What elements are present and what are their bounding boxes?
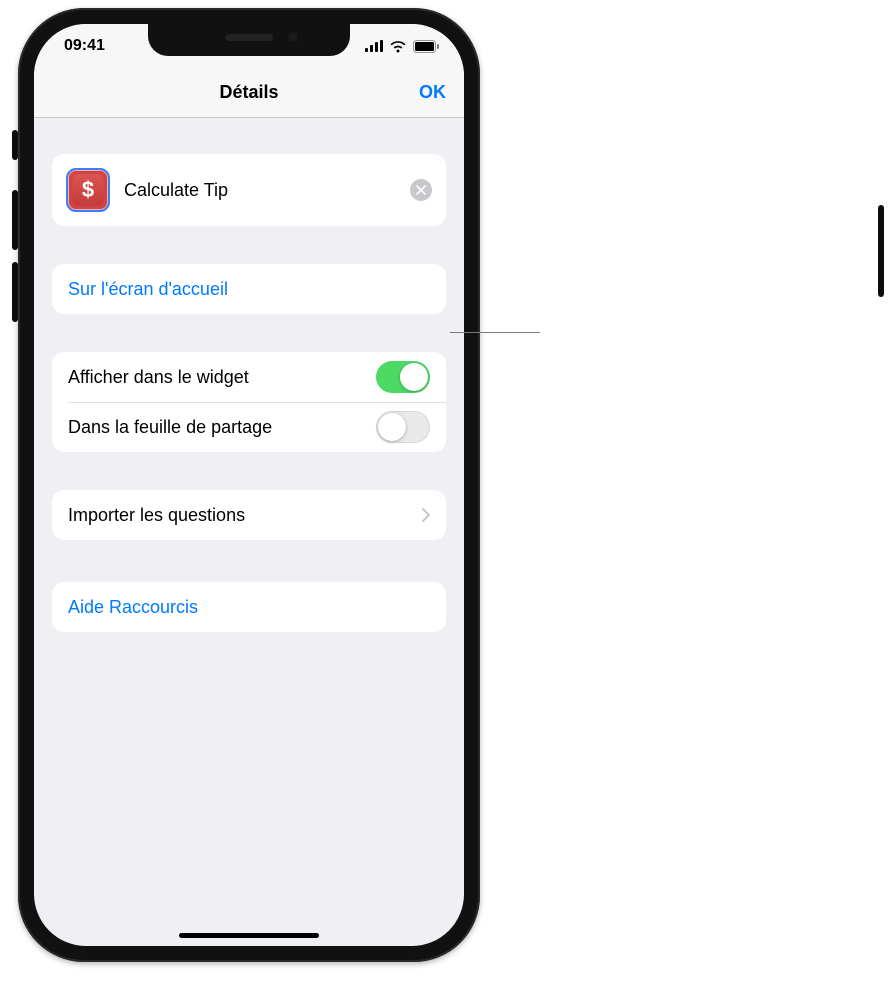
done-button[interactable]: OK [419,82,446,103]
share-sheet-row: Dans la feuille de partage [52,402,446,452]
shortcuts-help-label: Aide Raccourcis [68,597,198,618]
power-button [878,205,884,297]
add-to-home-button[interactable]: Sur l'écran d'accueil [52,264,446,314]
share-sheet-label: Dans la feuille de partage [68,417,272,438]
shortcut-header-group: $ Calculate Tip [52,154,446,226]
import-questions-label: Importer les questions [68,505,245,526]
chevron-right-icon [422,508,430,522]
shortcut-name-input[interactable]: Calculate Tip [124,176,396,205]
toggles-group: Afficher dans le widget Dans la feuille … [52,352,446,452]
show-in-widget-row: Afficher dans le widget [52,352,446,402]
shortcut-icon[interactable]: $ [66,168,110,212]
shortcut-row: $ Calculate Tip [52,154,446,226]
content: $ Calculate Tip Sur l'écran d'accueil [34,118,464,946]
dollar-icon: $ [82,177,94,203]
nav-bar: Détails OK [34,68,464,118]
clear-button[interactable] [410,179,432,201]
screen: 09:41 Détails OK [34,24,464,946]
status-time: 09:41 [64,37,105,55]
add-to-home-label: Sur l'écran d'accueil [68,279,228,300]
home-screen-group: Sur l'écran d'accueil [52,264,446,314]
wifi-icon [389,40,407,53]
battery-icon [413,40,440,53]
cellular-icon [365,40,383,52]
import-questions-button[interactable]: Importer les questions [52,490,446,540]
show-in-widget-label: Afficher dans le widget [68,367,249,388]
home-indicator[interactable] [179,933,319,938]
page-title: Détails [219,82,278,103]
notch [148,24,350,56]
import-group: Importer les questions [52,490,446,540]
callout-line [450,332,540,333]
close-icon [416,185,426,195]
shortcuts-help-button[interactable]: Aide Raccourcis [52,582,446,632]
share-sheet-toggle[interactable] [376,411,430,443]
show-in-widget-toggle[interactable] [376,361,430,393]
phone-frame: 09:41 Détails OK [18,8,480,962]
help-group: Aide Raccourcis [52,582,446,632]
